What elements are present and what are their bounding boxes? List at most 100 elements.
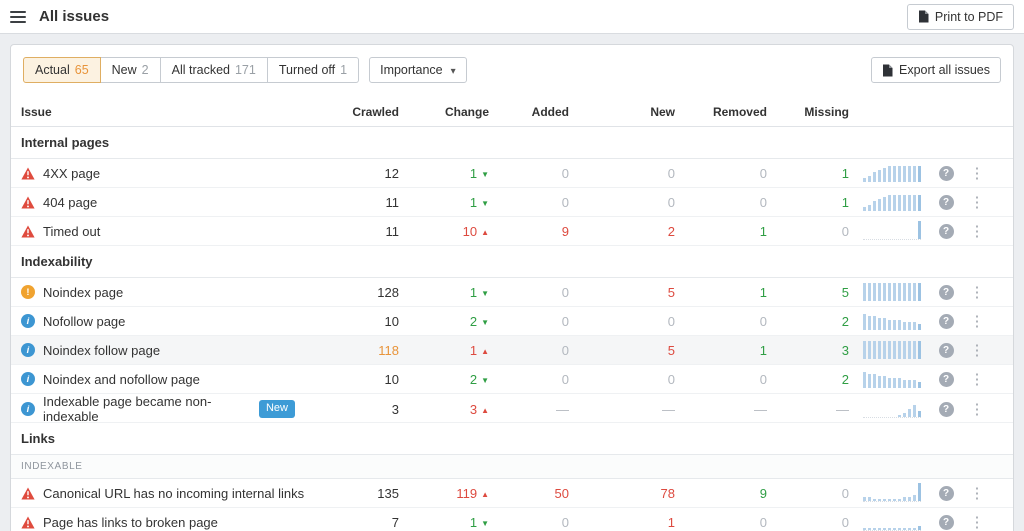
change-value: 119	[399, 486, 489, 501]
issue-name[interactable]: Nofollow page	[43, 314, 125, 329]
help-icon[interactable]	[939, 515, 954, 530]
issue-row-timed-out[interactable]: Timed out 11 10 9 2 1 0	[11, 217, 1013, 246]
issue-row-nofollow-page[interactable]: Nofollow page 10 2 0 0 0 2	[11, 307, 1013, 336]
change-value: 1	[399, 166, 489, 181]
column-header-removed[interactable]: Removed	[675, 105, 767, 119]
missing-value: 0	[767, 224, 849, 239]
issue-row-404-page[interactable]: 404 page 11 1 0 0 0 1	[11, 188, 1013, 217]
page-title: All issues	[39, 8, 109, 25]
issue-row-canonical-url-no-incoming-links[interactable]: Canonical URL has no incoming internal l…	[11, 479, 1013, 508]
issue-row-noindex-and-nofollow-page[interactable]: Noindex and nofollow page 10 2 0 0 0 2	[11, 365, 1013, 394]
row-menu-icon[interactable]	[970, 166, 985, 181]
tab-label: All tracked	[172, 63, 230, 77]
crawled-value: 135	[309, 486, 399, 501]
column-header-crawled[interactable]: Crawled	[309, 105, 399, 119]
new-value: 5	[569, 285, 675, 300]
error-icon	[21, 224, 35, 238]
menu-icon[interactable]	[10, 11, 26, 23]
trend-up-icon	[481, 347, 489, 356]
history-sparkline	[863, 341, 921, 359]
history-sparkline	[863, 312, 921, 330]
section-header-internal-pages: Internal pages	[11, 127, 1013, 159]
crawled-value: 10	[309, 372, 399, 387]
importance-label: Importance	[380, 63, 443, 77]
change-value: 2	[399, 314, 489, 329]
row-menu-icon[interactable]	[970, 372, 985, 387]
issue-row-noindex-follow-page[interactable]: Noindex follow page 118 1 0 5 1 3	[11, 336, 1013, 365]
tab-count: 1	[340, 63, 347, 77]
error-icon	[21, 166, 35, 180]
issue-name[interactable]: Noindex and nofollow page	[43, 372, 200, 387]
column-header-added[interactable]: Added	[489, 105, 569, 119]
trend-down-icon	[481, 318, 489, 327]
row-menu-icon[interactable]	[970, 224, 985, 239]
row-menu-icon[interactable]	[970, 515, 985, 530]
filter-toolbar: Actual 65 New 2 All tracked 171 Turned o…	[11, 45, 1013, 97]
change-value: 1	[399, 343, 489, 358]
trend-down-icon	[481, 289, 489, 298]
issue-name[interactable]: 404 page	[43, 195, 97, 210]
issue-row-4xx-page[interactable]: 4XX page 12 1 0 0 0 1	[11, 159, 1013, 188]
help-icon[interactable]	[939, 486, 954, 501]
section-header-links: Links	[11, 423, 1013, 455]
history-sparkline	[863, 193, 921, 211]
notice-icon	[21, 314, 35, 328]
column-header-change[interactable]: Change	[399, 105, 489, 119]
issue-row-indexable-became-non-indexable[interactable]: Indexable page became non-indexable New …	[11, 394, 1013, 423]
row-menu-icon[interactable]	[970, 195, 985, 210]
tab-all-tracked[interactable]: All tracked 171	[161, 57, 268, 83]
subsection-header-indexable: INDEXABLE	[11, 455, 1013, 479]
help-icon[interactable]	[939, 224, 954, 239]
issue-row-page-has-links-to-broken-page[interactable]: Page has links to broken page 7 1 0 1 0 …	[11, 508, 1013, 531]
help-icon[interactable]	[939, 314, 954, 329]
row-menu-icon[interactable]	[970, 314, 985, 329]
trend-up-icon	[481, 490, 489, 499]
issue-name[interactable]: Page has links to broken page	[43, 515, 218, 530]
trend-down-icon	[481, 170, 489, 179]
tab-actual[interactable]: Actual 65	[23, 57, 101, 83]
tab-new[interactable]: New 2	[101, 57, 161, 83]
history-sparkline	[863, 164, 921, 182]
crawled-value: 11	[309, 195, 399, 210]
tab-turned-off[interactable]: Turned off 1	[268, 57, 359, 83]
importance-dropdown[interactable]: Importance	[369, 57, 467, 83]
new-value: 0	[569, 314, 675, 329]
row-menu-icon[interactable]	[970, 486, 985, 501]
help-icon[interactable]	[939, 285, 954, 300]
history-sparkline	[863, 222, 921, 240]
help-icon[interactable]	[939, 372, 954, 387]
issues-panel: Actual 65 New 2 All tracked 171 Turned o…	[10, 44, 1014, 531]
issue-name[interactable]: Noindex follow page	[43, 343, 160, 358]
removed-value: 0	[675, 166, 767, 181]
trend-up-icon	[481, 228, 489, 237]
issue-name[interactable]: Noindex page	[43, 285, 123, 300]
help-icon[interactable]	[939, 402, 954, 417]
new-value: 5	[569, 343, 675, 358]
crawled-value: 10	[309, 314, 399, 329]
export-all-issues-button[interactable]: Export all issues	[871, 57, 1001, 83]
help-icon[interactable]	[939, 166, 954, 181]
row-menu-icon[interactable]	[970, 343, 985, 358]
print-to-pdf-button[interactable]: Print to PDF	[907, 4, 1014, 30]
column-header-missing[interactable]: Missing	[767, 105, 849, 119]
help-icon[interactable]	[939, 343, 954, 358]
column-header-issue[interactable]: Issue	[11, 105, 309, 119]
missing-value: 2	[767, 314, 849, 329]
row-menu-icon[interactable]	[970, 285, 985, 300]
crawled-value: 7	[309, 515, 399, 530]
missing-value: 2	[767, 372, 849, 387]
column-header-new[interactable]: New	[569, 105, 675, 119]
issue-row-noindex-page[interactable]: Noindex page 128 1 0 5 1 5	[11, 278, 1013, 307]
added-value: 0	[489, 195, 569, 210]
crawled-value: 11	[309, 224, 399, 239]
added-value: 0	[489, 343, 569, 358]
issue-name[interactable]: 4XX page	[43, 166, 100, 181]
history-sparkline	[863, 283, 921, 301]
issue-name[interactable]: Indexable page became non-indexable	[43, 394, 251, 424]
row-menu-icon[interactable]	[970, 402, 985, 417]
help-icon[interactable]	[939, 195, 954, 210]
issue-name[interactable]: Timed out	[43, 224, 100, 239]
new-value: 1	[569, 515, 675, 530]
new-value: —	[569, 402, 675, 417]
issue-name[interactable]: Canonical URL has no incoming internal l…	[43, 486, 304, 501]
